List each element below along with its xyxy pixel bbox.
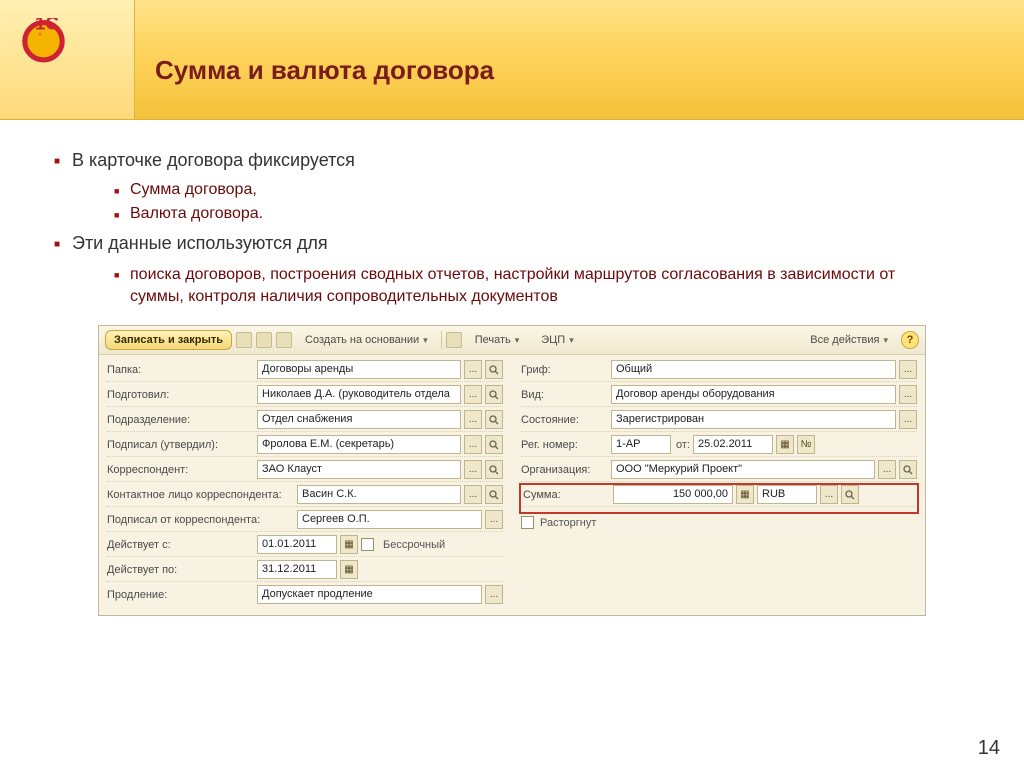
- terminated-checkbox[interactable]: [521, 516, 534, 529]
- save-icon[interactable]: [236, 332, 252, 348]
- org-select-btn[interactable]: ...: [878, 460, 896, 479]
- org-label: Организация:: [521, 464, 611, 476]
- grif-label: Гриф:: [521, 364, 611, 376]
- bullet-1: В карточке договора фиксируется Сумма до…: [54, 150, 970, 223]
- grif-field[interactable]: Общий: [611, 360, 896, 379]
- sub-bullet-sum: Сумма договора,: [114, 181, 970, 199]
- approved-search-btn[interactable]: [485, 435, 503, 454]
- dept-search-btn[interactable]: [485, 410, 503, 429]
- create-on-basis-button[interactable]: Создать на основании: [296, 330, 437, 350]
- regno-field[interactable]: 1-АР: [611, 435, 671, 454]
- print-icon[interactable]: [446, 332, 462, 348]
- signed-field[interactable]: Сергеев О.П.: [297, 510, 482, 529]
- contact-field[interactable]: Васин С.К.: [297, 485, 461, 504]
- svg-text:1C: 1C: [35, 18, 59, 33]
- sub-bullet-usage: поиска договоров, построения сводных отч…: [114, 264, 940, 307]
- regdate-label: от:: [676, 439, 690, 451]
- sum-calc-btn[interactable]: ▦: [736, 485, 754, 504]
- from-cal-btn[interactable]: ▦: [340, 535, 358, 554]
- corr-search-btn[interactable]: [485, 460, 503, 479]
- print-button[interactable]: Печать: [466, 330, 529, 350]
- approved-field[interactable]: Фролова Е.М. (секретарь): [257, 435, 461, 454]
- perpetual-checkbox[interactable]: [361, 538, 374, 551]
- currency-search-btn[interactable]: [841, 485, 859, 504]
- terminated-label: Расторгнут: [540, 517, 596, 529]
- contact-search-btn[interactable]: [485, 485, 503, 504]
- currency-select-btn[interactable]: ...: [820, 485, 838, 504]
- corr-select-btn[interactable]: ...: [464, 460, 482, 479]
- org-search-btn[interactable]: [899, 460, 917, 479]
- form-toolbar: Записать и закрыть Создать на основании …: [99, 326, 925, 355]
- folder-field[interactable]: Договоры аренды: [257, 360, 461, 379]
- to-label: Действует по:: [107, 564, 257, 576]
- regdate-field[interactable]: 25.02.2011: [693, 435, 773, 454]
- approved-label: Подписал (утвердил):: [107, 439, 257, 451]
- to-field[interactable]: 31.12.2011: [257, 560, 337, 579]
- state-label: Состояние:: [521, 414, 611, 426]
- sum-field[interactable]: 150 000,00: [613, 485, 733, 504]
- dept-field[interactable]: Отдел снабжения: [257, 410, 461, 429]
- corr-field[interactable]: ЗАО Клауст: [257, 460, 461, 479]
- ecp-button[interactable]: ЭЦП: [532, 330, 582, 350]
- prepared-field[interactable]: Николаев Д.А. (руководитель отдела: [257, 385, 461, 404]
- help-button[interactable]: ?: [901, 331, 919, 349]
- folder-label: Папка:: [107, 364, 257, 376]
- folder-search-btn[interactable]: [485, 360, 503, 379]
- to-cal-btn[interactable]: ▦: [340, 560, 358, 579]
- prolong-field[interactable]: Допускает продление: [257, 585, 482, 604]
- kind-select-btn[interactable]: ...: [899, 385, 917, 404]
- prolong-label: Продление:: [107, 589, 257, 601]
- from-field[interactable]: 01.01.2011: [257, 535, 337, 554]
- regdate-cal-btn[interactable]: ▦: [776, 435, 794, 454]
- prepared-select-btn[interactable]: ...: [464, 385, 482, 404]
- folder-select-btn[interactable]: ...: [464, 360, 482, 379]
- perpetual-label: Бессрочный: [383, 539, 445, 551]
- kind-label: Вид:: [521, 389, 611, 401]
- all-actions-button[interactable]: Все действия: [801, 330, 897, 350]
- corr-label: Корреспондент:: [107, 464, 257, 476]
- grif-select-btn[interactable]: ...: [899, 360, 917, 379]
- right-column: Гриф: Общий ... Вид: Договор аренды обор…: [521, 360, 917, 609]
- export-icon[interactable]: [276, 332, 292, 348]
- from-label: Действует с:: [107, 539, 257, 551]
- slide-title: Сумма и валюта договора: [155, 55, 494, 86]
- dept-label: Подразделение:: [107, 414, 257, 426]
- sum-highlight: Сумма: 150 000,00 ▦ RUB ...: [519, 483, 919, 514]
- list-icon[interactable]: [256, 332, 272, 348]
- header-band: 1C ® Сумма и валюта договора: [0, 0, 1024, 120]
- state-select-btn[interactable]: ...: [899, 410, 917, 429]
- bullet-2-text: Эти данные используются для: [72, 233, 328, 253]
- sum-label: Сумма:: [523, 489, 613, 501]
- page-number: 14: [978, 737, 1000, 760]
- save-close-button[interactable]: Записать и закрыть: [105, 330, 232, 350]
- approved-select-btn[interactable]: ...: [464, 435, 482, 454]
- regno-label: Рег. номер:: [521, 439, 611, 451]
- dept-select-btn[interactable]: ...: [464, 410, 482, 429]
- contact-select-btn[interactable]: ...: [464, 485, 482, 504]
- kind-field[interactable]: Договор аренды оборудования: [611, 385, 896, 404]
- prepared-search-btn[interactable]: [485, 385, 503, 404]
- bullet-2: Эти данные используются для поиска догов…: [54, 233, 970, 307]
- signed-label: Подписал от корреспондента:: [107, 514, 297, 526]
- content-area: В карточке договора фиксируется Сумма до…: [0, 120, 1024, 616]
- left-column: Папка: Договоры аренды ... Подготовил: Н…: [107, 360, 503, 609]
- prolong-select-btn[interactable]: ...: [485, 585, 503, 604]
- logo-1c: 1C ®: [18, 18, 103, 73]
- sub-bullet-currency: Валюта договора.: [114, 205, 970, 223]
- org-field[interactable]: ООО "Меркурий Проект": [611, 460, 875, 479]
- contact-label: Контактное лицо корреспондента:: [107, 489, 297, 501]
- contract-form: Записать и закрыть Создать на основании …: [98, 325, 926, 616]
- bullet-1-text: В карточке договора фиксируется: [72, 150, 355, 170]
- state-field[interactable]: Зарегистрирован: [611, 410, 896, 429]
- currency-field[interactable]: RUB: [757, 485, 817, 504]
- num-btn[interactable]: №: [797, 435, 815, 454]
- prepared-label: Подготовил:: [107, 389, 257, 401]
- signed-select-btn[interactable]: ...: [485, 510, 503, 529]
